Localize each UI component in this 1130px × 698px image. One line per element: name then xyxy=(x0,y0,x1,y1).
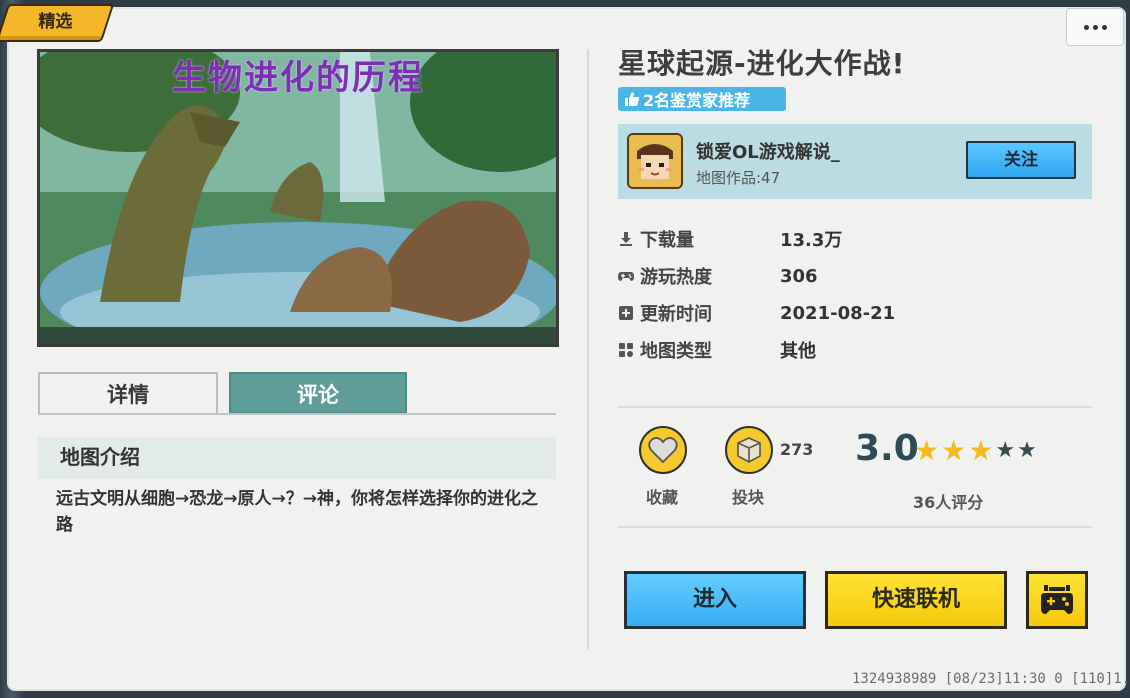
vote-label: 投块 xyxy=(732,488,765,507)
cover-title: 生物进化的历程 xyxy=(172,58,424,98)
info-label: 更新时间 xyxy=(640,304,712,325)
info-value: 其他 xyxy=(780,341,816,362)
favorite-button[interactable] xyxy=(639,426,687,474)
divider xyxy=(618,406,1092,408)
avatar-face-icon xyxy=(629,135,681,187)
star-empty-icon: ★ xyxy=(995,438,1016,463)
quick-join-button[interactable]: 快速联机 xyxy=(825,571,1007,629)
info-value: 2021-08-21 xyxy=(780,302,896,324)
tab-comments[interactable]: 评论 xyxy=(229,372,407,414)
gamepad-button[interactable] xyxy=(1026,571,1088,629)
info-row-downloads: 下载量 13.3万 xyxy=(618,226,842,252)
recommend-badge[interactable]: 2名鉴赏家推荐 xyxy=(618,87,786,111)
star-filled-icon: ★ xyxy=(968,434,994,467)
heart-icon xyxy=(648,437,678,464)
tab-underline xyxy=(38,413,556,415)
rating-stars: ★ ★ ★ ★ ★ xyxy=(914,437,1037,465)
info-value: 13.3万 xyxy=(780,230,843,251)
map-title: 星球起源-进化大作战! xyxy=(618,47,906,80)
author-card: 锁爱OL游戏解说_ 地图作品:47 关注 xyxy=(618,124,1092,199)
star-filled-icon: ★ xyxy=(914,434,940,467)
info-row-updated: 更新时间 2021-08-21 xyxy=(618,300,895,326)
block-icon xyxy=(737,437,761,463)
follow-button[interactable]: 关注 xyxy=(966,141,1076,179)
gamepad-plus-icon xyxy=(1041,585,1073,614)
status-footer: 1324938989 [08/23]11:30 0 [110]1.3.0 xyxy=(852,671,1130,687)
featured-badge-label: 精选 xyxy=(38,12,73,32)
vote-block-button[interactable] xyxy=(725,426,773,474)
tab-details[interactable]: 详情 xyxy=(38,372,218,414)
info-label: 游玩热度 xyxy=(640,267,712,288)
intro-text: 远古文明从细胞→恐龙→原人→？→神，你将怎样选择你的进化之路 xyxy=(56,489,538,535)
featured-badge: 精选 xyxy=(0,4,115,42)
thumbs-up-icon xyxy=(625,92,640,106)
info-row-popularity: 游玩热度 306 xyxy=(618,263,818,289)
intro-heading: 地图介绍 xyxy=(38,437,556,479)
vote-count: 273 xyxy=(780,440,814,459)
author-works: 地图作品:47 xyxy=(696,169,781,187)
download-icon xyxy=(620,232,632,246)
rating-count: 36人评分 xyxy=(913,493,984,512)
recommend-label: 2名鉴赏家推荐 xyxy=(643,91,751,110)
favorite-label: 收藏 xyxy=(646,488,679,507)
divider xyxy=(618,526,1092,528)
star-filled-icon: ★ xyxy=(941,434,967,467)
dot-icon xyxy=(1092,24,1098,30)
info-label: 下载量 xyxy=(640,230,694,251)
author-name: 锁爱OL游戏解说_ xyxy=(696,142,840,163)
enter-button[interactable]: 进入 xyxy=(624,571,806,629)
info-value: 306 xyxy=(780,265,818,287)
rating-score: 3.0 xyxy=(855,428,919,469)
info-label: 地图类型 xyxy=(640,341,712,362)
grid-icon xyxy=(619,343,633,357)
more-options-button[interactable] xyxy=(1066,8,1124,46)
gamepad-icon xyxy=(618,272,634,281)
dot-icon xyxy=(1101,24,1107,30)
info-row-type: 地图类型 其他 xyxy=(618,337,816,363)
divider xyxy=(587,49,589,649)
map-cover-image: 生物进化的历程 xyxy=(37,49,559,347)
avatar[interactable] xyxy=(627,133,683,189)
dot-icon xyxy=(1083,24,1089,30)
star-empty-icon: ★ xyxy=(1017,438,1037,463)
plus-square-icon xyxy=(619,306,633,320)
